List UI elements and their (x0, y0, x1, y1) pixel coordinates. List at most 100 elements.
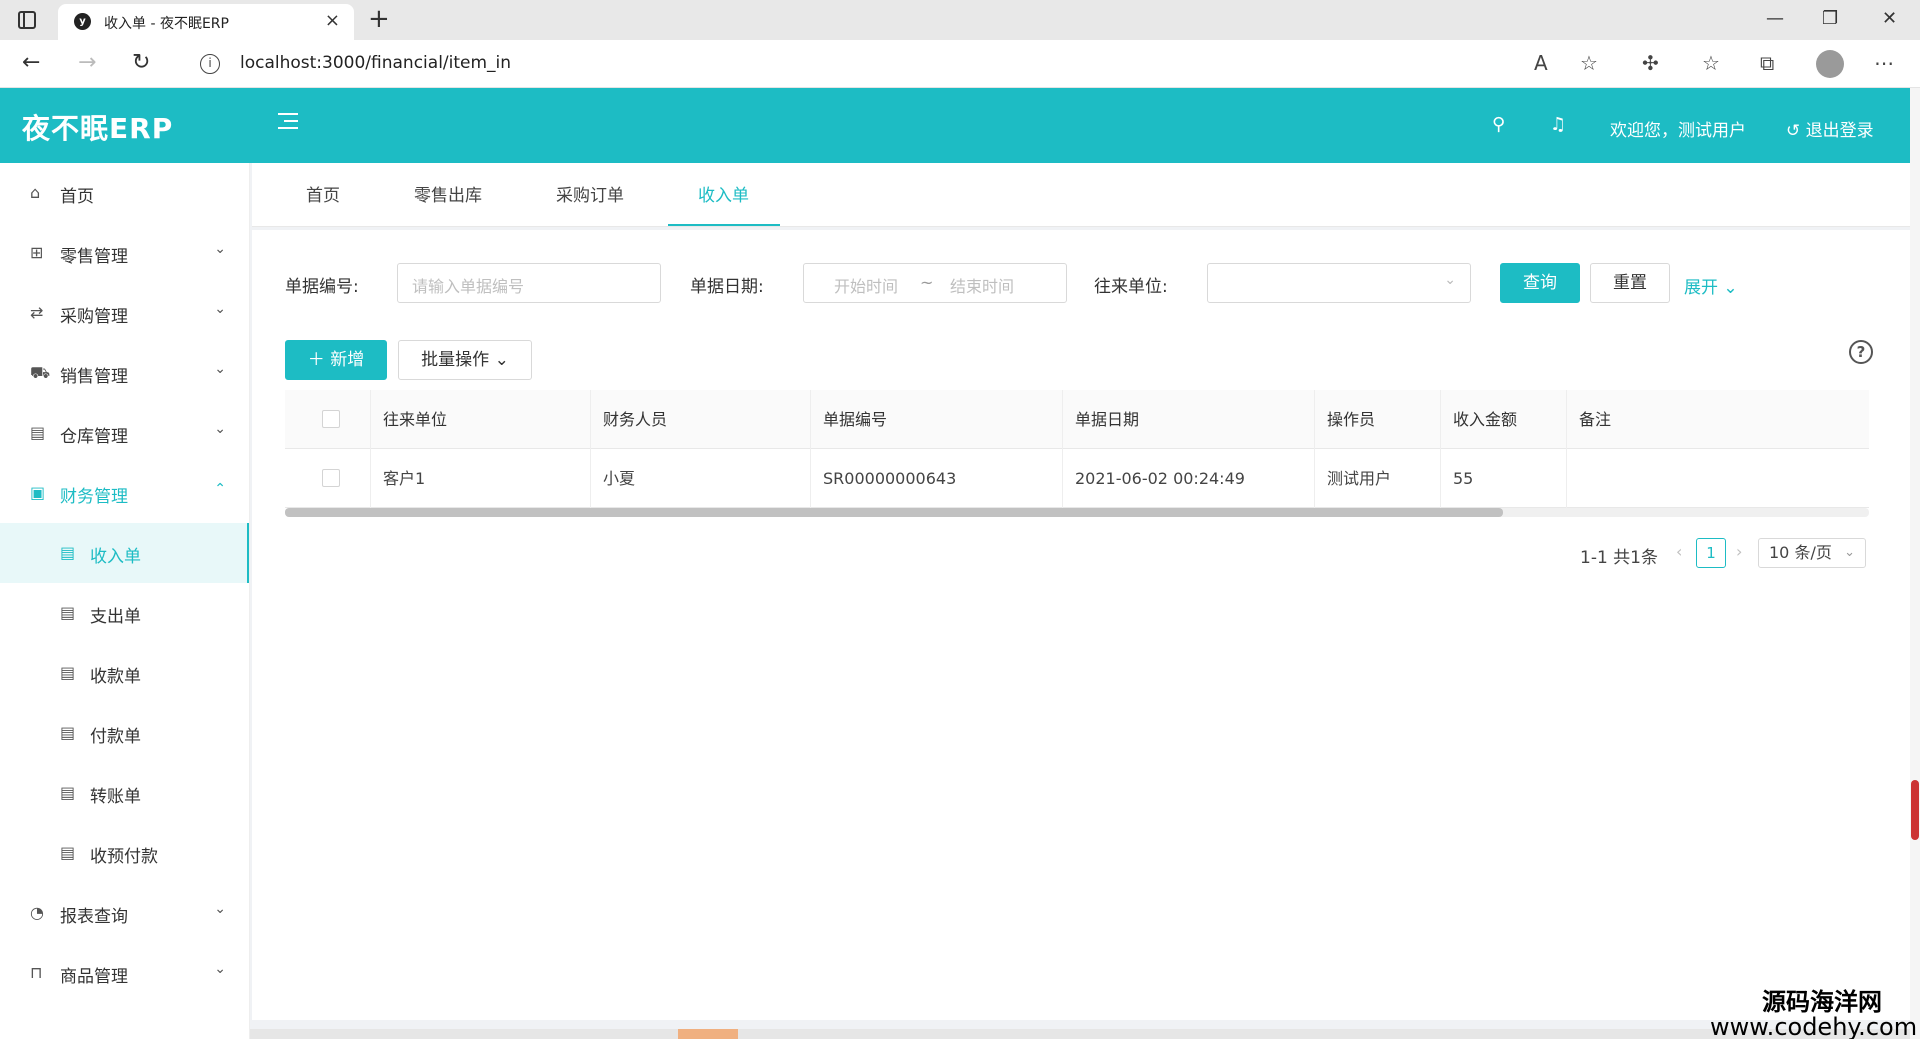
tab-home[interactable]: 首页 (306, 181, 340, 206)
sidebar-item-reports[interactable]: ◔ 报表查询 ⌄ (0, 883, 249, 943)
table-horizontal-scrollbar[interactable] (285, 508, 1869, 517)
menu-fold-icon[interactable] (272, 110, 298, 132)
table-cell: 小夏 (591, 449, 811, 508)
column-header[interactable]: 操作员 (1315, 390, 1441, 449)
more-menu-icon[interactable]: ⋯ (1874, 51, 1894, 75)
plus-icon: ＋ (307, 350, 325, 370)
doc-icon: ▤ (60, 603, 76, 622)
column-header[interactable]: 单据编号 (811, 390, 1063, 449)
column-header[interactable]: 往来单位 (371, 390, 591, 449)
tab-income-bill[interactable]: 收入单 (698, 181, 749, 206)
batch-label: 批量操作 (421, 350, 490, 370)
read-aloud-icon[interactable]: A (1534, 51, 1548, 75)
date-range-picker[interactable]: 开始时间 ~ 结束时间 (803, 263, 1067, 303)
add-label: 新增 (330, 350, 365, 370)
page-vertical-scrollbar[interactable] (1910, 88, 1920, 1039)
sidebar: ⌂ 首页 ⊞ 零售管理 ⌄ ⇄ 采购管理 ⌄ ⛟ 销售管理 ⌄ ▤ 仓库管理 ⌄… (0, 163, 250, 1039)
query-button[interactable]: 查询 (1500, 263, 1580, 303)
minimize-icon[interactable]: — (1766, 8, 1784, 29)
expand-toggle[interactable]: 展开 ⌄ (1684, 273, 1738, 298)
add-button[interactable]: ＋ 新增 (285, 340, 387, 380)
sidebar-item-warehouse[interactable]: ▤ 仓库管理 ⌄ (0, 403, 249, 463)
logout-button[interactable]: ↺ 退出登录 (1786, 116, 1874, 141)
prev-page-icon[interactable]: ‹ (1676, 542, 1682, 561)
row-checkbox[interactable] (322, 469, 340, 487)
column-header[interactable]: 备注 (1567, 390, 1869, 449)
favorite-add-icon[interactable]: ☆ (1580, 51, 1598, 75)
select-all-checkbox[interactable] (322, 410, 340, 428)
sidebar-item-transfer-bill[interactable]: ▤ 转账单 (0, 763, 249, 823)
sidebar-item-retail[interactable]: ⊞ 零售管理 ⌄ (0, 223, 249, 283)
collections-icon[interactable]: ⧉ (1760, 51, 1774, 75)
back-icon[interactable]: ← (22, 50, 40, 75)
next-page-icon[interactable]: › (1736, 542, 1742, 561)
address-bar: ← → ↻ i localhost:3000/financial/item_in… (0, 40, 1920, 88)
restore-icon[interactable]: ❐ (1822, 8, 1838, 29)
row-select-cell (285, 449, 371, 508)
sidebar-item-home[interactable]: ⌂ 首页 (0, 163, 249, 223)
table-cell: 2021-06-02 00:24:49 (1063, 449, 1315, 508)
window-menu-icon[interactable] (18, 11, 36, 29)
sidebar-item-label: 首页 (60, 187, 94, 207)
column-header[interactable]: 财务人员 (591, 390, 811, 449)
sidebar-item-receipt-bill[interactable]: ▤ 收款单 (0, 643, 249, 703)
watermark-line2: www.codehy.com (1710, 1013, 1918, 1039)
sidebar-item-purchase[interactable]: ⇄ 采购管理 ⌄ (0, 283, 249, 343)
favorites-icon[interactable]: ☆ (1702, 51, 1720, 75)
close-tab-icon[interactable]: × (325, 10, 340, 31)
sidebar-item-label: 采购管理 (60, 307, 128, 327)
bill-no-label: 单据编号: (285, 277, 359, 297)
site-info-icon[interactable]: i (200, 54, 220, 74)
forward-icon[interactable]: → (78, 50, 96, 75)
sidebar-item-label: 收款单 (90, 667, 141, 687)
warehouse-icon: ▤ (30, 423, 46, 442)
tab-retail-out[interactable]: 零售出库 (414, 181, 482, 206)
chevron-down-icon: ⌄ (214, 301, 226, 317)
bill-no-input[interactable]: 请输入单据编号 (397, 263, 661, 303)
scrollbar-thumb[interactable] (1911, 780, 1919, 840)
sidebar-item-expense-bill[interactable]: ▤ 支出单 (0, 583, 249, 643)
table-cell: SR00000000643 (811, 449, 1063, 508)
pagination-current-page[interactable]: 1 (1696, 538, 1726, 568)
sidebar-item-finance[interactable]: ▣ 财务管理 ⌃ (0, 463, 249, 523)
doc-icon: ▤ (60, 543, 76, 562)
expand-label: 展开 (1684, 278, 1718, 298)
app-header: 夜不眠ERP ⚲ ♫ 欢迎您，测试用户 ↺ 退出登录 (0, 88, 1910, 163)
sidebar-item-products[interactable]: ⊓ 商品管理 ⌄ (0, 943, 249, 1003)
bell-icon[interactable]: ♫ (1550, 114, 1566, 135)
scrollbar-thumb[interactable] (285, 508, 1503, 517)
column-header[interactable]: 单据日期 (1063, 390, 1315, 449)
new-tab-icon[interactable]: + (368, 4, 390, 34)
url-text[interactable]: localhost:3000/financial/item_in (240, 53, 511, 73)
sidebar-item-payment-bill[interactable]: ▤ 付款单 (0, 703, 249, 763)
bag-icon: ⊓ (30, 963, 43, 982)
extensions-icon[interactable]: ✣ (1642, 51, 1659, 75)
watermark-line1: 源码海洋网 (1762, 988, 1882, 1016)
range-separator: ~ (920, 273, 934, 292)
doc-icon: ▤ (60, 783, 76, 802)
reset-button[interactable]: 重置 (1590, 263, 1670, 303)
tab-purchase-order[interactable]: 采购订单 (556, 181, 624, 206)
help-icon[interactable]: ? (1849, 340, 1873, 364)
app-logo: 夜不眠ERP (22, 112, 174, 145)
table-row[interactable]: 客户1 小夏 SR00000000643 2021-06-02 00:24:49… (285, 449, 1869, 508)
sidebar-item-label: 销售管理 (60, 367, 128, 387)
profile-avatar[interactable] (1816, 50, 1844, 78)
page-size-select[interactable]: 10 条/页 ⌄ (1758, 538, 1866, 568)
sidebar-item-sales[interactable]: ⛟ 销售管理 ⌄ (0, 343, 249, 403)
watermark: 源码海洋网 www.codehy.com (1710, 982, 1920, 1039)
partner-select[interactable]: ⌄ (1207, 263, 1471, 303)
table-cell (1567, 449, 1869, 508)
gift-icon: ⊞ (30, 243, 44, 262)
window-close-icon[interactable]: ✕ (1882, 8, 1897, 29)
sidebar-item-label: 付款单 (90, 727, 141, 747)
browser-tab[interactable]: y 收入单 - 夜不眠ERP × (58, 4, 354, 40)
refresh-icon[interactable]: ↻ (132, 50, 150, 75)
search-icon[interactable]: ⚲ (1492, 114, 1505, 135)
batch-operation-button[interactable]: 批量操作 ⌄ (398, 340, 532, 380)
sidebar-item-advance-payment[interactable]: ▤ 收预付款 (0, 823, 249, 883)
sidebar-item-income-bill[interactable]: ▤ 收入单 (0, 523, 249, 583)
sidebar-item-label: 零售管理 (60, 247, 128, 267)
column-header[interactable]: 收入金额 (1441, 390, 1567, 449)
bill-no-placeholder: 请输入单据编号 (412, 277, 525, 296)
